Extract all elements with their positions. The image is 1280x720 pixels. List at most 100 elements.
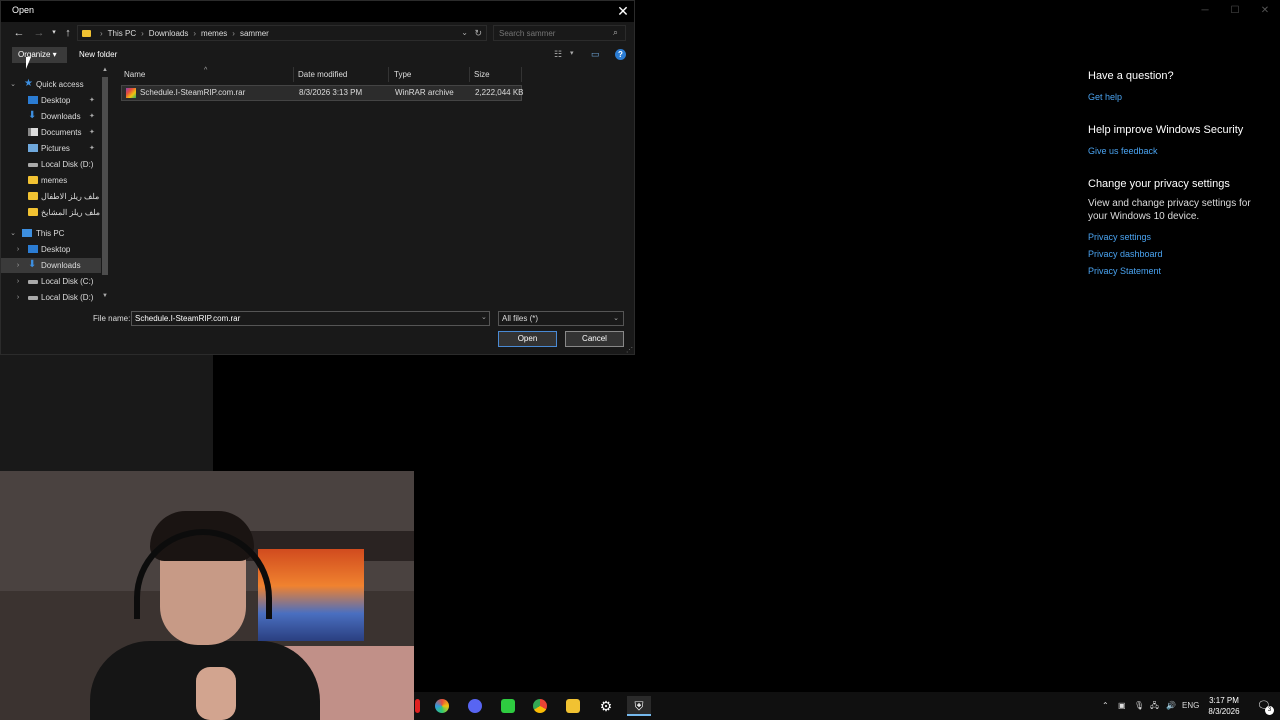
network-icon[interactable]: 🖧 (1150, 692, 1159, 720)
folder-icon (28, 192, 38, 200)
nav-item-downloads[interactable]: ⬇ Downloads ✦ (1, 109, 101, 124)
file-size: 2,222,044 KB (475, 88, 524, 97)
address-bar[interactable]: › This PC › Downloads › memes › sammer ⌄… (77, 25, 487, 41)
table-row[interactable]: Schedule.I-SteamRIP.com.rar 8/3/2026 3:1… (121, 85, 524, 101)
breadcrumb-chevron-icon: › (193, 28, 197, 38)
view-options-icon[interactable]: ☷ (554, 49, 562, 60)
chevron-down-icon[interactable]: ⌄ (9, 226, 17, 241)
close-button[interactable]: ✕ (615, 2, 631, 20)
taskbar-app-color-icon[interactable] (432, 696, 452, 716)
nav-item-pc-downloads[interactable]: › ⬇ Downloads (1, 258, 101, 273)
nav-item-pc-desktop[interactable]: › Desktop (1, 242, 101, 257)
taskbar-app-settings-icon[interactable]: ⚙ (596, 696, 616, 716)
nav-label: This PC (36, 229, 65, 238)
pin-icon[interactable]: ✦ (89, 141, 95, 156)
nav-item-documents[interactable]: Documents ✦ (1, 125, 101, 140)
nav-item-pictures[interactable]: Pictures ✦ (1, 141, 101, 156)
privacy-dashboard-link[interactable]: Privacy dashboard (1088, 246, 1268, 263)
new-folder-button[interactable]: New folder (79, 47, 117, 63)
view-dropdown-icon[interactable]: ▾ (570, 49, 574, 57)
breadcrumb-memes[interactable]: memes (201, 29, 227, 38)
nav-item-desktop[interactable]: Desktop ✦ (1, 93, 101, 108)
tray-app-icon[interactable]: ▣ (1118, 692, 1126, 720)
scroll-down-icon[interactable]: ▼ (100, 293, 110, 299)
pin-icon[interactable]: ✦ (89, 109, 95, 124)
nav-item-pc-local-disk-d[interactable]: › Local Disk (D:) (1, 290, 101, 304)
preview-pane-icon[interactable]: ▭ (591, 49, 600, 60)
chevron-right-icon[interactable]: › (14, 258, 22, 273)
file-type-select[interactable]: All files (*) ⌄ (498, 311, 624, 326)
open-button[interactable]: Open (498, 331, 557, 347)
column-header-size[interactable]: Size (469, 67, 522, 82)
clock[interactable]: 3:17 PM 8/3/2026 (1204, 695, 1244, 717)
nav-label: Documents (41, 128, 82, 137)
feedback-link[interactable]: Give us feedback (1088, 143, 1268, 160)
desktop-icon (28, 96, 38, 104)
navigation-pane: ⌄ ★ Quick access Desktop ✦ ⬇ Downloads ✦… (1, 67, 111, 304)
pin-icon[interactable]: ✦ (89, 93, 95, 108)
nav-item-reels-kids[interactable]: ملف ريلز الاطفال (1, 189, 101, 204)
nav-item-pc-local-disk-c[interactable]: › Local Disk (C:) (1, 274, 101, 289)
privacy-text: View and change privacy settings for you… (1088, 198, 1251, 222)
scroll-up-icon[interactable]: ▲ (100, 67, 110, 73)
volume-icon[interactable]: 🔊 (1166, 692, 1176, 720)
taskbar-app-chrome-icon[interactable] (530, 696, 550, 716)
this-pc-item[interactable]: ⌄ This PC (1, 226, 101, 241)
recent-chevron-icon[interactable]: ▾ (47, 25, 61, 41)
close-icon[interactable]: ✕ (1250, 4, 1280, 18)
column-header-type[interactable]: Type (389, 67, 470, 82)
microphone-icon[interactable]: 🎙 (1134, 692, 1144, 720)
column-header-date[interactable]: Date modified (293, 67, 389, 82)
help-icon[interactable]: ? (615, 49, 626, 60)
dialog-titlebar[interactable]: Open ✕ (1, 1, 634, 22)
back-arrow-icon[interactable]: ← (12, 25, 26, 41)
nav-item-reels-sheikhs[interactable]: ملف ريلز المشايخ (1, 205, 101, 220)
chevron-down-icon[interactable]: ⌄ (9, 77, 17, 92)
nav-item-memes[interactable]: memes (1, 173, 101, 188)
privacy-statement-link[interactable]: Privacy Statement (1088, 263, 1268, 280)
nav-scrollbar[interactable]: ▲ ▼ (100, 67, 110, 304)
column-header-name[interactable]: Name ^ (119, 67, 294, 82)
cancel-button[interactable]: Cancel (565, 331, 624, 347)
nav-label: Downloads (41, 261, 81, 270)
resize-grip-icon[interactable]: ⋰ (626, 346, 633, 354)
nav-item-local-disk-d[interactable]: Local Disk (D:) (1, 157, 101, 172)
breadcrumb-this-pc[interactable]: This PC (108, 29, 136, 38)
tray-overflow-icon[interactable]: ⌃ (1102, 692, 1109, 720)
minimize-icon[interactable]: ─ (1190, 4, 1220, 18)
scroll-thumb[interactable] (102, 77, 108, 275)
refresh-icon[interactable]: ↻ (474, 26, 482, 40)
chevron-right-icon[interactable]: › (14, 274, 22, 289)
privacy-settings-link[interactable]: Privacy settings (1088, 229, 1268, 246)
language-indicator[interactable]: ENG (1182, 692, 1199, 720)
screen: ─ ☐ ✕ Have a question? Get help Help imp… (0, 0, 1280, 720)
get-help-link[interactable]: Get help (1088, 89, 1268, 106)
breadcrumb-downloads[interactable]: Downloads (149, 29, 189, 38)
file-type: WinRAR archive (395, 88, 454, 97)
up-arrow-icon[interactable]: ↑ (61, 25, 75, 41)
organize-button[interactable]: Organize ▾ (12, 47, 67, 63)
taskbar-app-windows-security-icon[interactable]: ⛨ (627, 696, 651, 716)
pin-icon[interactable]: ✦ (89, 125, 95, 140)
breadcrumb-sammer[interactable]: sammer (240, 29, 269, 38)
nav-label: Local Disk (D:) (41, 160, 94, 169)
quick-access-item[interactable]: ⌄ ★ Quick access (1, 77, 101, 92)
file-type-value: All files (*) (502, 314, 539, 323)
taskbar-app-discord-icon[interactable] (465, 696, 485, 716)
address-dropdown-icon[interactable]: ⌄ (461, 26, 468, 40)
taskbar-app-red[interactable] (414, 696, 420, 716)
search-input[interactable] (493, 25, 626, 41)
improve-heading: Help improve Windows Security (1088, 124, 1244, 136)
forward-arrow-icon[interactable]: → (32, 25, 46, 41)
file-name: Schedule.I-SteamRIP.com.rar (140, 88, 246, 97)
search-icon[interactable]: ⌕ (613, 27, 618, 38)
taskbar-app-green-icon[interactable] (498, 696, 518, 716)
chevron-right-icon[interactable]: › (14, 290, 22, 304)
taskbar-app-file-explorer-icon[interactable] (563, 696, 583, 716)
file-name-dropdown-icon[interactable]: ⌄ (481, 313, 487, 321)
chevron-right-icon[interactable]: › (14, 242, 22, 257)
maximize-icon[interactable]: ☐ (1220, 4, 1250, 18)
dialog-toolbar: Organize ▾ New folder ☷ ▾ ▭ ? (1, 45, 634, 65)
file-name-field[interactable] (131, 311, 490, 326)
drive-icon (28, 296, 38, 300)
